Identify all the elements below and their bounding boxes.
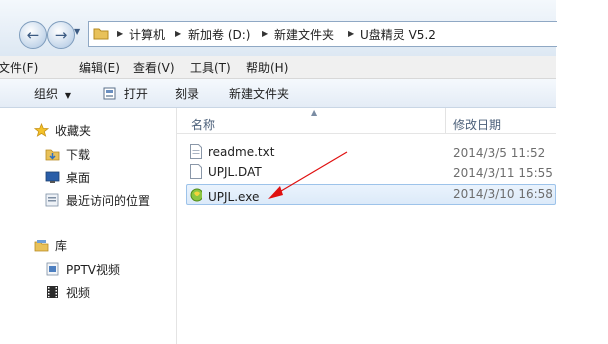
- annotation-arrow: [268, 151, 348, 199]
